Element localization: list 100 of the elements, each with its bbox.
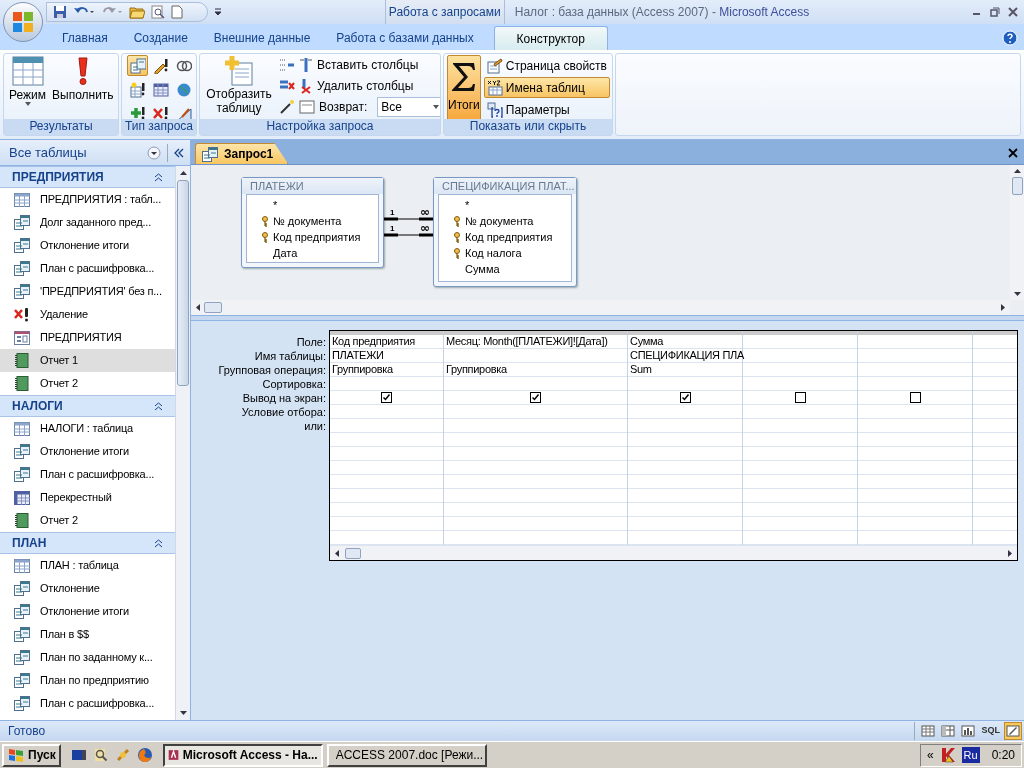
field-name[interactable]: № документа (273, 212, 342, 230)
nav-item[interactable]: Отклонение итоги (0, 600, 175, 623)
document-tab[interactable]: Запрос1 (195, 143, 289, 164)
grid-cell[interactable]: Месяц: Month([ПЛАТЕЖИ]![Дата]) (444, 335, 627, 349)
nav-item[interactable]: План по предприятию (0, 669, 175, 692)
nav-item[interactable]: План в $$ (0, 623, 175, 646)
ribbon-tab[interactable]: Работа с базами данных (326, 26, 484, 50)
nav-group-header[interactable]: ПРЕДПРИЯТИЯ (0, 166, 175, 188)
grid-cell[interactable]: Код предприятия (330, 335, 443, 349)
grid-cell[interactable]: Sum (628, 363, 742, 377)
totals-button[interactable]: Итоги (447, 55, 481, 119)
scroll-thumb[interactable] (345, 547, 361, 559)
ribbon-tab[interactable]: Главная (52, 26, 118, 50)
show-checkbox[interactable] (679, 392, 691, 403)
field-name[interactable]: № документа (465, 212, 534, 230)
field-name[interactable]: Дата (273, 244, 298, 262)
help-icon[interactable] (1002, 30, 1018, 46)
run-button[interactable]: Выполнить (50, 54, 116, 118)
nav-item[interactable]: План с расшифровка... (0, 257, 175, 280)
nav-item[interactable]: Долг заданного пред... (0, 211, 175, 234)
nav-item[interactable]: Отчет 2 (0, 509, 175, 532)
sql-view-button[interactable]: SQL (979, 722, 1002, 740)
field-name[interactable]: Сумма (465, 260, 500, 278)
nav-item[interactable]: План с расшифровка... (0, 692, 175, 715)
table-icon (14, 192, 30, 207)
collapse-pane-icon[interactable] (174, 147, 184, 158)
scroll-left-icon[interactable] (333, 548, 341, 558)
nav-item[interactable]: ПРЕДПРИЯТИЯ (0, 326, 175, 349)
nav-group-header[interactable]: НАЛОГИ (0, 395, 175, 417)
taskbar-button[interactable]: Microsoft Access - На... (162, 743, 323, 767)
close-icon[interactable] (1008, 7, 1018, 17)
field-name[interactable]: * (273, 196, 278, 214)
query-icon (14, 604, 30, 619)
close-icon[interactable] (1008, 148, 1018, 158)
pivot-table-view-button[interactable] (939, 722, 958, 740)
dropdown-icon[interactable] (147, 145, 161, 160)
field-name[interactable]: Код предприятия (465, 228, 553, 246)
nav-group-header[interactable]: ПЛАН (0, 532, 175, 554)
scroll-right-icon[interactable] (1006, 548, 1014, 558)
property-sheet-button[interactable]: Страница свойств (483, 55, 610, 76)
nav-item[interactable]: ПРЕДПРИЯТИЯ : табл... (0, 188, 175, 211)
nav-item[interactable]: ПЛАН : таблица (0, 554, 175, 577)
folder-icon[interactable] (129, 5, 145, 19)
scroll-thumb[interactable] (1011, 177, 1023, 195)
ribbon-tab[interactable]: Конструктор (493, 26, 608, 50)
delete-columns-button[interactable]: Удалить столбцы (299, 77, 414, 95)
show-checkbox[interactable] (381, 392, 392, 403)
save-icon[interactable] (53, 5, 67, 19)
nav-item[interactable]: Отклонение (0, 577, 175, 600)
nav-item[interactable]: 'ПРЕДПРИЯТИЯ' без п... (0, 280, 175, 303)
field-name[interactable]: Код предприятия (273, 228, 361, 246)
ribbon-tab[interactable]: Создание (123, 26, 198, 50)
show-checkbox[interactable] (530, 392, 541, 403)
grid-cell[interactable]: Сумма (628, 335, 742, 349)
browser-icon[interactable] (136, 747, 153, 763)
desktop-icon[interactable] (70, 747, 87, 763)
field-name[interactable]: Код налога (465, 244, 522, 262)
nav-item[interactable]: НАЛОГИ : таблица (0, 417, 175, 440)
return-dropdown[interactable]: Все (377, 97, 440, 117)
scroll-left-icon[interactable] (194, 303, 202, 312)
scroll-right-icon[interactable] (999, 303, 1007, 312)
nav-item[interactable]: Отчет 2 (0, 372, 175, 395)
datasheet-view-button[interactable] (919, 722, 938, 740)
grid-cell[interactable]: Группировка (444, 363, 627, 377)
print-preview-icon[interactable] (151, 5, 165, 19)
design-view-view-button[interactable] (1004, 722, 1022, 740)
view-button[interactable]: Режим (7, 54, 48, 118)
ribbon-tab[interactable]: Внешние данные (203, 26, 321, 50)
field-name[interactable]: * (465, 196, 470, 214)
grid-cell[interactable]: Группировка (330, 363, 443, 377)
nav-item[interactable]: Отклонение итоги (0, 234, 175, 257)
search-icon[interactable] (92, 747, 109, 763)
insert-columns-button[interactable]: Вставить столбцы (299, 56, 419, 74)
nav-item[interactable]: Отчет 1 (0, 349, 175, 372)
start-button[interactable]: Пуск (2, 743, 61, 767)
language-indicator[interactable]: Ru (961, 746, 980, 764)
show-table-button[interactable]: Отобразить таблицу (203, 55, 275, 119)
builder-icon[interactable] (279, 99, 295, 115)
taskbar-button[interactable]: ACCESS 2007.doc [Режи... (326, 743, 487, 767)
insert-rows-icon[interactable] (279, 57, 295, 73)
scroll-thumb[interactable] (177, 180, 189, 386)
scroll-thumb[interactable] (204, 302, 222, 313)
nav-item[interactable]: План по заданному к... (0, 646, 175, 669)
nav-item[interactable]: Удаление (0, 303, 175, 326)
table-names-button[interactable]: Имена таблиц (483, 77, 610, 98)
grid-cell[interactable]: СПЕЦИФИКАЦИЯ ПЛА (628, 349, 742, 363)
nav-item[interactable]: План с расшифровка... (0, 463, 175, 486)
chart-view-button[interactable] (959, 722, 978, 740)
office-button[interactable] (3, 2, 43, 42)
tray-expand-button[interactable]: « (926, 746, 934, 764)
nav-item[interactable]: Отклонение итоги (0, 440, 175, 463)
parameters-button[interactable]: Параметры (483, 99, 610, 119)
grid-row-label: или: (304, 419, 326, 433)
customize-toolbar-icon[interactable] (214, 8, 222, 16)
show-checkbox[interactable] (909, 392, 921, 403)
nav-item[interactable]: Перекрестный (0, 486, 175, 509)
new-document-icon[interactable] (171, 5, 183, 19)
show-checkbox[interactable] (794, 392, 806, 403)
restore-icon[interactable] (990, 7, 1000, 17)
grid-cell[interactable]: ПЛАТЕЖИ (330, 349, 443, 363)
